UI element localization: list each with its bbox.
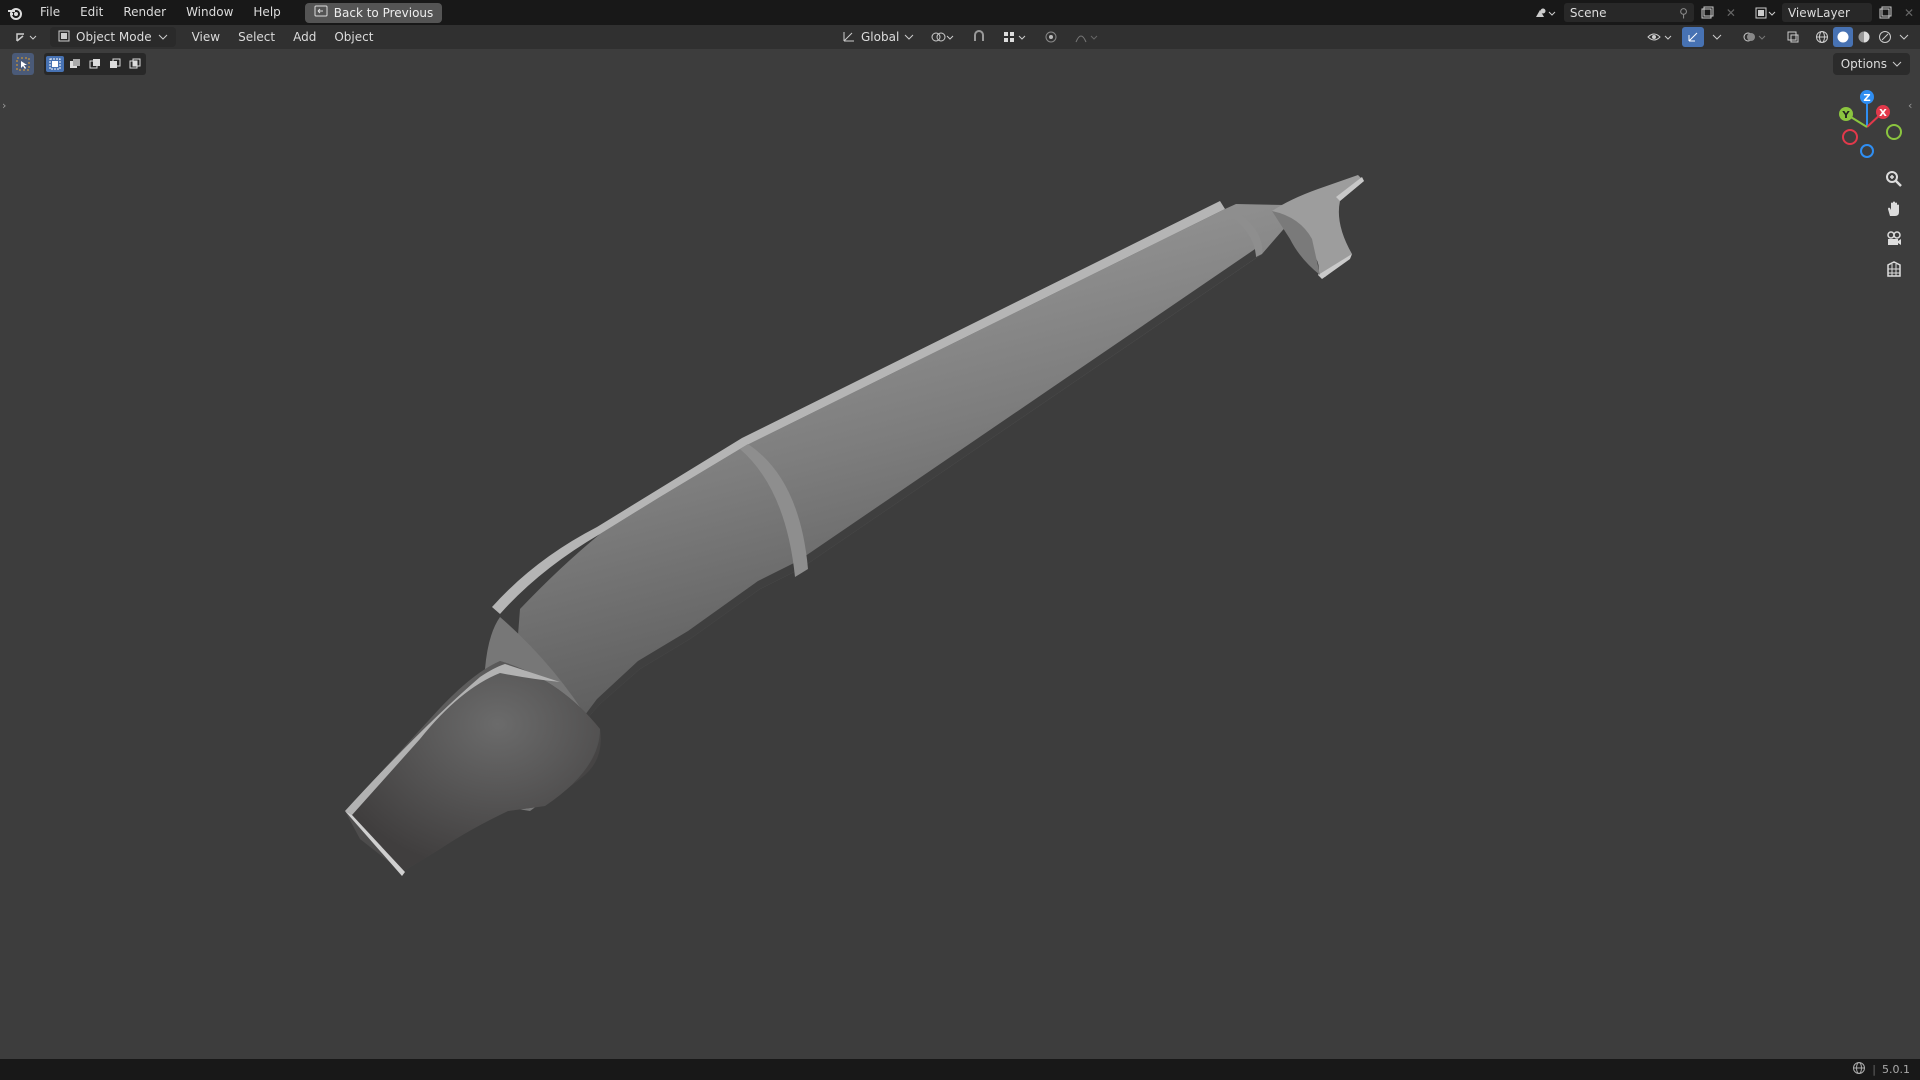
pin-icon[interactable]: ⚲	[1679, 6, 1688, 20]
tool-settings-row	[12, 53, 146, 75]
snap-toggle-icon[interactable]	[966, 27, 992, 47]
status-bar: | 5.0.1	[0, 1059, 1920, 1080]
remove-view-layer-icon[interactable]: ✕	[1898, 3, 1920, 23]
transform-orientation-label: Global	[861, 30, 900, 44]
options-dropdown[interactable]: Options	[1832, 53, 1910, 75]
proportional-editing-icon[interactable]	[1038, 27, 1064, 47]
x-axis-label: X	[1879, 108, 1887, 119]
select-subtract-icon[interactable]	[86, 56, 104, 72]
3d-viewport[interactable]: › ‹ Z X Y	[0, 49, 1920, 1059]
select-tool-icon[interactable]	[12, 53, 34, 75]
visibility-icon[interactable]	[1640, 27, 1680, 47]
orientation-icon	[842, 29, 856, 46]
menu-add[interactable]: Add	[287, 27, 322, 47]
zoom-icon[interactable]	[1880, 165, 1908, 193]
y-axis-label: Y	[1841, 110, 1850, 121]
new-view-layer-icon[interactable]	[1872, 3, 1898, 23]
scene-label: Scene	[1569, 5, 1607, 20]
menu-render[interactable]: Render	[113, 0, 176, 25]
version-label: 5.0.1	[1882, 1063, 1910, 1076]
blender-logo-icon[interactable]	[0, 0, 30, 25]
pivot-point-icon[interactable]	[924, 27, 962, 47]
orthographic-grid-icon[interactable]	[1880, 255, 1908, 283]
right-panel-toggle-icon[interactable]: ‹	[1908, 99, 1918, 113]
object-mode-label: Object Mode	[76, 30, 152, 44]
back-icon	[314, 5, 328, 20]
xray-toggle-icon[interactable]	[1780, 27, 1806, 47]
z-axis-label: Z	[1863, 93, 1870, 104]
menu-file[interactable]: File	[30, 0, 70, 25]
shading-mode-group	[1812, 27, 1912, 47]
view-layer-icon[interactable]	[1748, 3, 1782, 23]
chevron-down-icon	[1892, 57, 1902, 71]
object-mode-dropdown[interactable]: Object Mode	[50, 27, 176, 47]
chevron-down-icon	[158, 30, 168, 44]
scene-field[interactable]: Scene ⚲	[1563, 3, 1694, 22]
chisel-model[interactable]	[0, 49, 1920, 1059]
camera-view-icon[interactable]	[1880, 225, 1908, 253]
menu-select[interactable]: Select	[232, 27, 281, 47]
neg-x-axis-handle[interactable]	[1842, 129, 1858, 145]
menu-help[interactable]: Help	[243, 0, 290, 25]
view-layer-field[interactable]: ViewLayer	[1781, 3, 1872, 22]
network-globe-icon[interactable]	[1852, 1061, 1866, 1078]
menu-edit[interactable]: Edit	[70, 0, 113, 25]
back-to-previous-label: Back to Previous	[333, 5, 434, 20]
chevron-down-icon	[904, 30, 914, 44]
menu-object[interactable]: Object	[328, 27, 379, 47]
falloff-icon[interactable]	[1068, 27, 1106, 47]
new-scene-icon[interactable]	[1694, 3, 1720, 23]
neg-z-axis-handle[interactable]	[1860, 144, 1874, 158]
chevron-down-icon[interactable]	[1896, 27, 1912, 47]
back-to-previous-button[interactable]: Back to Previous	[304, 2, 443, 23]
pan-hand-icon[interactable]	[1880, 195, 1908, 223]
editor-type-icon[interactable]	[8, 27, 46, 47]
transform-orientation-dropdown[interactable]: Global	[836, 27, 920, 47]
scene-selector-icon[interactable]	[1528, 3, 1562, 23]
top-right-controls: Scene ⚲ ✕ ViewLayer ✕	[1528, 0, 1920, 25]
chevron-down-icon[interactable]	[1706, 27, 1728, 47]
viewport-header: Object Mode View Select Add Object Globa…	[0, 25, 1920, 49]
select-invert-icon[interactable]	[106, 56, 124, 72]
select-extend-icon[interactable]	[66, 56, 84, 72]
overlays-icon[interactable]	[1736, 27, 1774, 47]
top-bar: File Edit Render Window Help Back to Pre…	[0, 0, 1920, 25]
wireframe-shading-icon[interactable]	[1812, 27, 1832, 47]
gizmo-toggle-icon[interactable]	[1682, 27, 1704, 47]
view-layer-label: ViewLayer	[1787, 5, 1850, 20]
neg-y-axis-handle[interactable]	[1886, 124, 1902, 140]
viewport-display-controls	[1640, 27, 1912, 47]
solid-shading-icon[interactable]	[1833, 27, 1853, 47]
select-intersect-icon[interactable]	[126, 56, 144, 72]
select-new-icon[interactable]	[46, 56, 64, 72]
remove-scene-icon[interactable]: ✕	[1720, 3, 1742, 23]
snap-target-icon[interactable]	[996, 27, 1034, 47]
material-shading-icon[interactable]	[1854, 27, 1874, 47]
navigation-gizmo[interactable]: Z X Y	[1828, 87, 1908, 167]
left-panel-toggle-icon[interactable]: ›	[2, 99, 12, 113]
selection-mode-group	[44, 53, 146, 75]
options-label: Options	[1840, 57, 1887, 71]
transform-controls: Global	[836, 27, 1106, 47]
rendered-shading-icon[interactable]	[1875, 27, 1895, 47]
status-divider: |	[1872, 1063, 1876, 1076]
menu-window[interactable]: Window	[176, 0, 243, 25]
object-mode-icon	[58, 30, 70, 45]
menu-view[interactable]: View	[186, 27, 226, 47]
